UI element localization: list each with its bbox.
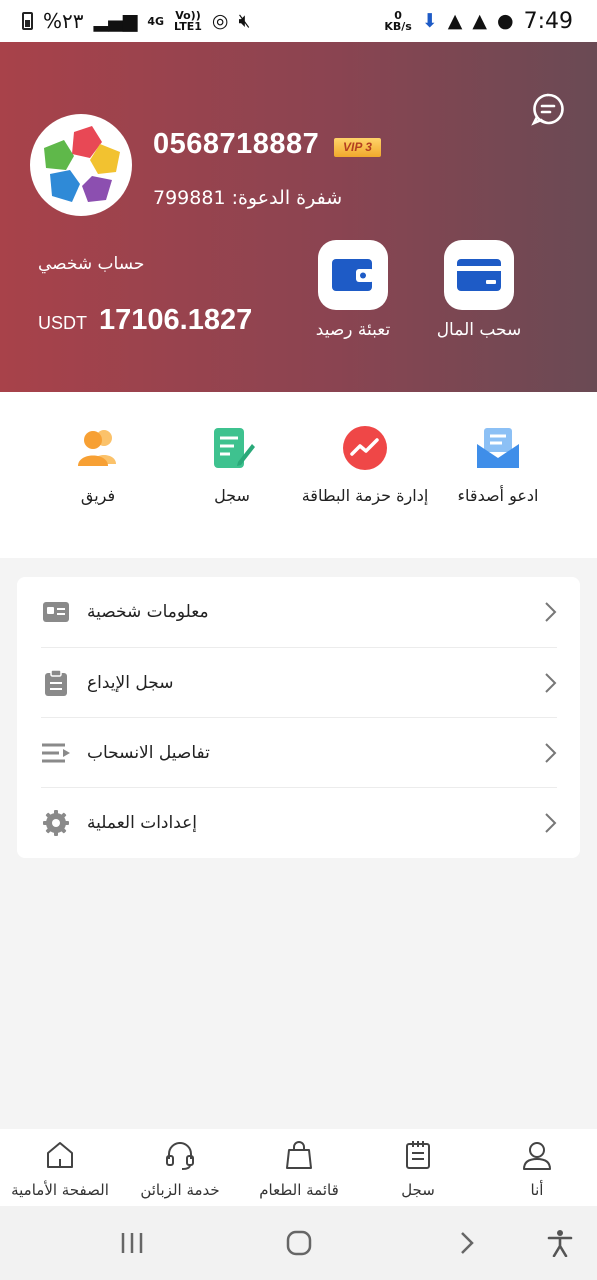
withdraw-label: سحب المال [436,320,522,340]
nav-menu[interactable]: قائمة الطعام [239,1139,359,1199]
vip-badge: VIP 3 [334,138,381,157]
bag-icon [286,1141,312,1169]
quick-record-label: سجل [214,486,250,505]
chevron-right-icon [461,1232,474,1254]
snapchat-icon: ● [497,10,514,32]
phone-number: 0568718887 [153,128,320,160]
invite-code: 799881 [153,187,226,209]
quick-team-label: فريق [80,486,116,505]
quick-card-package-label: إدارة حزمة البطاقة [301,486,429,505]
chevron-right-icon [545,672,557,693]
back-button[interactable] [452,1228,482,1258]
headset-icon [166,1142,194,1170]
nav-home-label: الصفحة الأمامية [11,1181,109,1199]
menu-deposit-record-label: سجل الإيداع [87,672,174,693]
wallet-icon [332,259,374,291]
recharge-label: تعبئة رصيد [315,320,391,340]
chevron-right-icon [545,812,557,833]
withdraw-tile [444,240,514,310]
balance-currency: USDT [38,313,87,333]
status-bar: %٢٣ ▂▄▆ 4G Vo)) LTE1 ◎ 🔇︎ 0 KB/s ⬇ ▲ ▲ ●… [0,0,597,42]
network-type: 4G [147,14,165,28]
home-circle-icon [286,1230,312,1256]
quick-team[interactable]: فريق [23,424,173,505]
record-icon [214,428,255,468]
settings-menu: معلومات شخصية سجل الإيداع تفاصيل الانسحا… [17,577,580,858]
menu-operation-settings[interactable]: إعدادات العملية [41,787,557,857]
nav-me-label: أنا [530,1181,544,1199]
chevron-right-icon [545,602,557,622]
notepad-icon [406,1141,430,1169]
menu-operation-settings-label: إعدادات العملية [87,812,198,833]
avatar[interactable] [30,114,132,216]
status-right: 0 KB/s ⬇ ▲ ▲ ● 7:49 [384,9,573,34]
hotspot-icon: ◎ [211,10,229,32]
nav-me[interactable]: أنا [477,1139,597,1199]
app-notification-icon: ⬇ [421,10,438,32]
gear-icon [43,809,69,836]
user-icon [523,1142,551,1170]
nav-record-label: سجل [401,1181,435,1199]
quick-actions: فريق سجل إدارة حزمة البطاقة ادعو أصدقاء [0,392,597,558]
warning-icon: ▲ [447,10,463,32]
message-icon[interactable] [531,92,565,126]
menu-withdraw-details[interactable]: تفاصيل الانسحاب [41,717,557,787]
recharge-button[interactable]: تعبئة رصيد [288,240,418,340]
card-icon [457,259,501,291]
menu-deposit-record[interactable]: سجل الإيداع [41,647,557,717]
quick-record[interactable]: سجل [157,424,307,505]
profile-header: 0568718887 VIP 3 شفرة الدعوة: 799881 حسا… [0,42,597,392]
nav-customer-service-label: خدمة الزبائن [140,1181,220,1199]
home-icon [47,1142,73,1168]
accessibility-button[interactable] [545,1228,575,1258]
status-left: %٢٣ ▂▄▆ 4G Vo)) LTE1 ◎ 🔇︎ [22,9,250,33]
nav-record[interactable]: سجل [358,1139,478,1199]
system-nav [0,1206,597,1280]
bottom-nav: الصفحة الأمامية خدمة الزبائن قائمة الطعا… [0,1129,597,1206]
list-arrow-icon [42,743,70,762]
home-system-button[interactable] [284,1228,314,1258]
battery-percent: %٢٣ [43,9,84,33]
clock: 7:49 [523,8,573,34]
menu-personal-info-label: معلومات شخصية [87,602,209,622]
signal-icon: ▂▄▆ [93,10,138,32]
recents-button[interactable] [117,1228,147,1258]
nav-home[interactable]: الصفحة الأمامية [0,1139,120,1199]
team-icon [78,430,116,466]
balance-amount: 17106.1827 [99,304,253,336]
volte-indicator: Vo)) LTE1 [174,10,202,32]
quick-invite[interactable]: ادعو أصدقاء [423,424,573,505]
recharge-tile [318,240,388,310]
net-speed-unit: KB/s [384,20,412,33]
quick-card-package[interactable]: إدارة حزمة البطاقة [290,424,440,505]
account-label: حساب شخصي [38,254,145,274]
battery-icon [22,12,33,30]
invite-label: شفرة الدعوة: [231,187,343,209]
menu-personal-info[interactable]: معلومات شخصية [41,577,557,647]
invite-icon [477,428,519,468]
clipboard-icon [45,668,67,696]
recents-icon [121,1233,143,1253]
net-speed: 0 KB/s [384,10,411,32]
mute-icon: 🔇︎ [238,10,251,32]
withdraw-button[interactable]: سحب المال [414,240,544,340]
accessibility-icon [547,1230,573,1257]
lte-label: LTE1 [174,20,202,33]
avatar-logo-icon [44,126,120,202]
menu-withdraw-details-label: تفاصيل الانسحاب [87,742,210,763]
quick-invite-label: ادعو أصدقاء [457,486,539,505]
invite-code-line: شفرة الدعوة: 799881 [153,187,342,209]
chart-icon [343,426,387,470]
warning-icon-2: ▲ [472,10,487,32]
chevron-right-icon [545,742,557,763]
nav-menu-label: قائمة الطعام [259,1181,339,1199]
nav-customer-service[interactable]: خدمة الزبائن [120,1139,240,1199]
balance: USDT 17106.1827 [38,304,252,337]
id-card-icon [43,602,69,622]
